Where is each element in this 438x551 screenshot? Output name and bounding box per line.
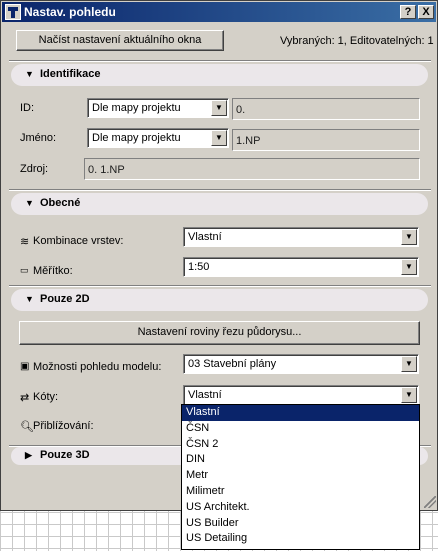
chevron-down-icon[interactable]: ▼ [401,387,417,403]
section-only-2d-header[interactable]: ▼ Pouze 2D [11,289,428,311]
model-view-options-value: 03 Stavební plány [188,358,277,370]
dropdown-option[interactable]: US Architekt. [182,500,419,516]
model-view-options-label: Možnosti pohledu modelu: [33,361,162,373]
dimensions-select[interactable]: Vlastní ▼ [183,385,419,405]
divider [9,189,431,191]
chevron-down-icon[interactable]: ▼ [401,356,417,372]
chevron-down-icon[interactable]: ▼ [211,100,227,116]
triangle-down-icon: ▼ [25,69,34,79]
magnifier-icon: 🔍︎ [20,421,34,433]
dropdown-option[interactable]: Milimetr [182,484,419,500]
layer-combination-value: Vlastní [188,231,222,243]
zoom-label: Přiblížování: [33,420,94,432]
source-value: 0. 1.NP [88,164,125,176]
layer-combination-label: Kombinace vrstev: [33,235,124,247]
chevron-down-icon[interactable]: ▼ [401,229,417,245]
dropdown-option[interactable]: ČSN [182,421,419,437]
dropdown-option[interactable]: ČSN 2 [182,437,419,453]
name-field: 1.NP [232,129,420,151]
chevron-down-icon[interactable]: ▼ [401,259,417,275]
dropdown-option[interactable]: US Detailing [182,531,419,547]
triangle-down-icon: ▼ [25,198,34,208]
section-title: Identifikace [40,68,101,80]
cut-plane-settings-button[interactable]: Nastavení roviny řezu půdorysu... [19,321,420,345]
dimensions-dropdown-list[interactable]: Vlastní ČSN ČSN 2 DIN Metr Milimetr US A… [181,404,420,550]
section-title: Pouze 2D [40,293,90,305]
dimension-icon: ⇄ [20,392,30,404]
model-view-options-select[interactable]: 03 Stavební plány ▼ [183,354,419,374]
id-value: 0. [236,104,246,116]
divider [9,60,431,62]
app-icon [5,4,21,20]
id-source-value: Dle mapy projektu [92,102,181,114]
section-title: Pouze 3D [40,449,90,461]
divider [9,285,431,287]
section-general-header[interactable]: ▼ Obecné [11,193,428,215]
source-field: 0. 1.NP [84,158,420,180]
dimensions-label: Kóty: [33,391,59,403]
resize-grip[interactable] [424,496,436,508]
help-button[interactable]: ? [400,5,416,19]
name-value: 1.NP [236,135,261,147]
dropdown-option[interactable]: US Builder [182,516,419,532]
window-title: Nastav. pohledu [24,5,116,19]
id-label: ID: [20,102,35,114]
source-label: Zdroj: [20,163,49,175]
scale-select[interactable]: 1:50 ▼ [183,257,419,277]
triangle-right-icon: ▶ [25,450,32,460]
name-label: Jméno: [20,132,57,144]
dimensions-value: Vlastní [188,389,222,401]
id-source-select[interactable]: Dle mapy projektu ▼ [87,98,229,118]
name-source-select[interactable]: Dle mapy projektu ▼ [87,128,229,148]
dropdown-option[interactable]: DIN [182,452,419,468]
dropdown-option[interactable]: Metr [182,468,419,484]
dropdown-option[interactable]: Vlastní [182,405,419,421]
load-current-settings-button[interactable]: Načíst nastavení aktuálního okna [16,30,224,51]
ruler-icon: ▭ [20,265,29,275]
title-bar[interactable]: Nastav. pohledu ? X [2,2,436,22]
layers-icon: ≋ [20,236,30,248]
close-button[interactable]: X [418,5,434,19]
chevron-down-icon[interactable]: ▼ [211,130,227,146]
section-identification-header[interactable]: ▼ Identifikace [11,64,428,86]
name-source-value: Dle mapy projektu [92,132,181,144]
section-title: Obecné [40,197,81,209]
id-field: 0. [232,98,420,120]
scale-label: Měřítko: [33,265,73,277]
model-view-icon: ▣ [20,361,30,372]
triangle-down-icon: ▼ [25,294,34,304]
selection-info: Vybraných: 1, Editovatelných: 1 [280,35,434,47]
layer-combination-select[interactable]: Vlastní ▼ [183,227,419,247]
scale-value: 1:50 [188,261,210,273]
